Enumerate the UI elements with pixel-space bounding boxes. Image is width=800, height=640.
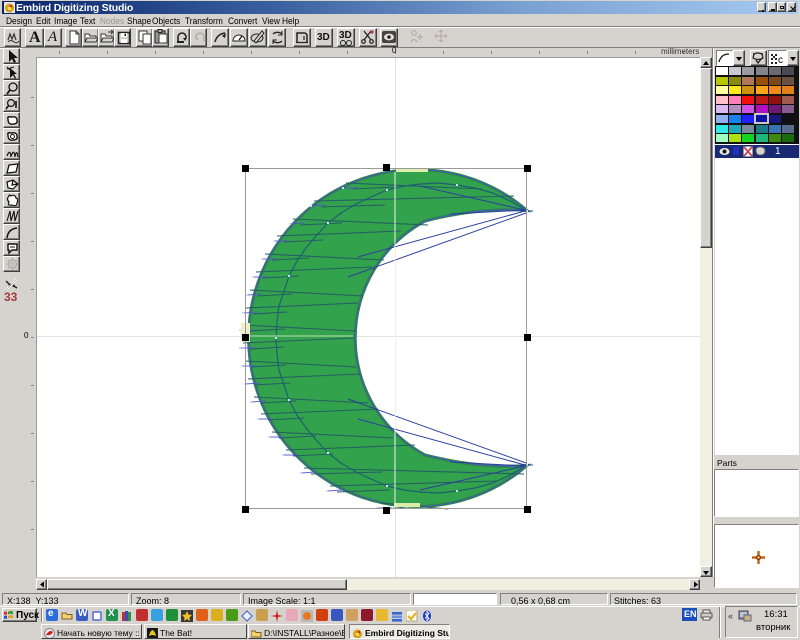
svg-text:c: c	[778, 55, 783, 66]
